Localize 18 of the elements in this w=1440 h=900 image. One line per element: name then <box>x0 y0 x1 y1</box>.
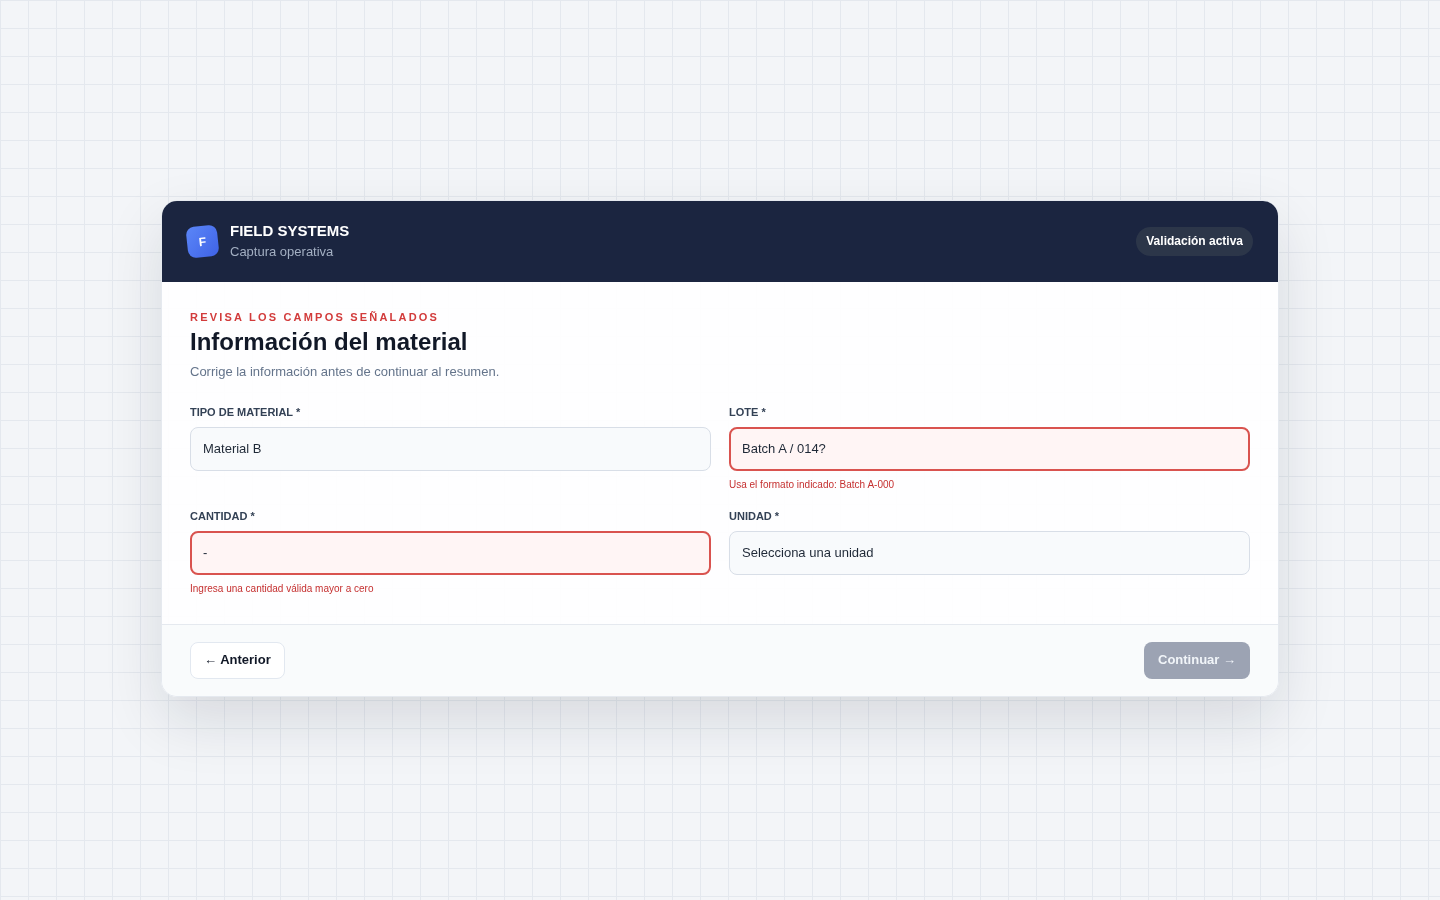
field-label: TIPO DE MATERIAL * <box>190 404 302 419</box>
brand-subtitle: Captura operativa <box>230 243 335 261</box>
input-field[interactable]: - <box>190 530 711 575</box>
form-eyebrow: REVISA LOS CAMPOS SEÑALADOS <box>190 309 441 324</box>
input-field[interactable]: Material B <box>190 426 711 471</box>
error-message: Usa el formato indicado: Batch A-000 <box>729 478 896 491</box>
input-field[interactable]: Selecciona una unidad <box>729 530 1250 575</box>
form-title: Información del material <box>190 326 469 357</box>
back-button[interactable]: ← Anterior <box>190 641 285 679</box>
logo-mark: F <box>185 223 220 259</box>
brand-title: FIELD SYSTEMS <box>230 221 350 241</box>
field-label: LOTE * <box>729 404 767 419</box>
input-field[interactable]: Batch A / 014? <box>729 426 1250 471</box>
status-badge: Validación activa <box>1136 226 1253 256</box>
error-message: Ingresa una cantidad válida mayor a cero <box>190 582 375 595</box>
field-label: UNIDAD * <box>729 508 781 523</box>
form-description: Corrige la información antes de continuar al resumen. <box>190 362 501 381</box>
field-label: CANTIDAD * <box>190 508 256 523</box>
